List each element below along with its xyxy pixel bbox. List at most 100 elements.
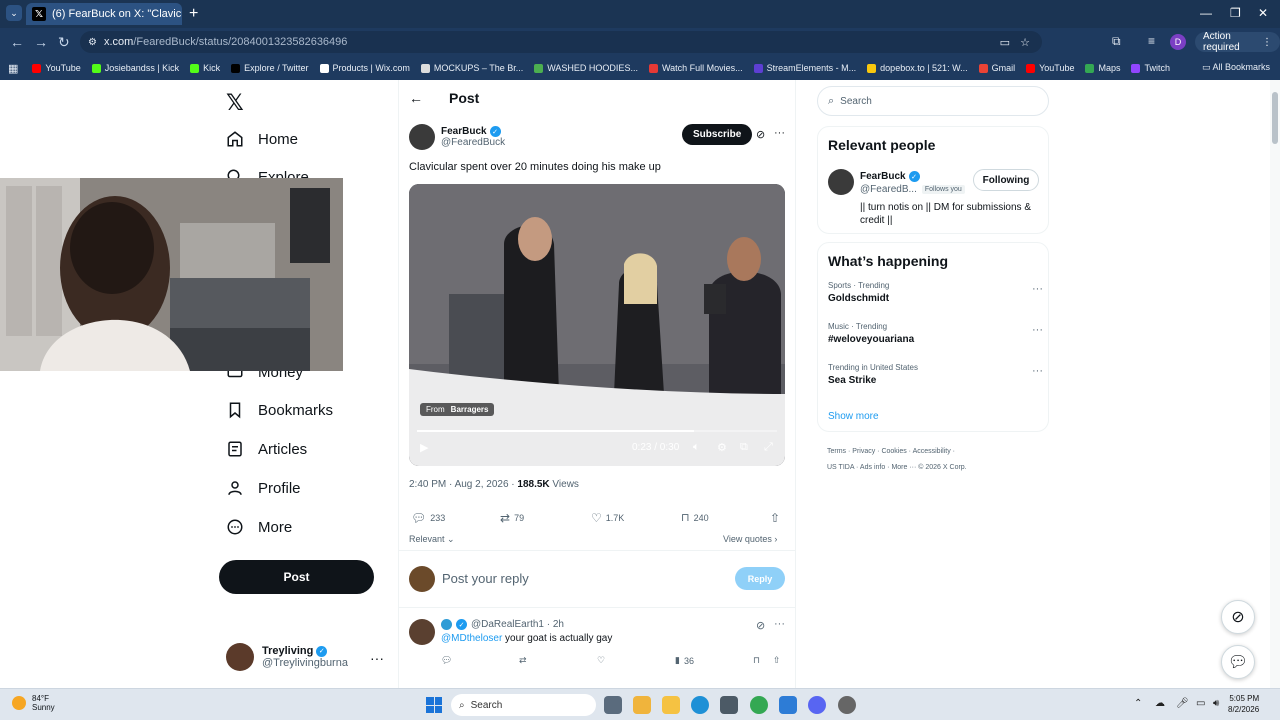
trend-more-icon[interactable]: ···: [1032, 324, 1043, 336]
reply-repost-icon[interactable]: ⇄: [519, 655, 527, 666]
following-button[interactable]: Following: [973, 169, 1039, 191]
windows-start-icon[interactable]: [426, 697, 442, 713]
reply-mention[interactable]: @MDtheloser: [441, 633, 502, 644]
back-icon[interactable]: ←: [10, 34, 24, 50]
grok-fab-icon[interactable]: ⊘: [1221, 600, 1255, 634]
photos-icon[interactable]: [779, 696, 797, 714]
reply-heart-icon[interactable]: ♡: [597, 655, 605, 666]
reply-button[interactable]: 💬︎ 233: [411, 511, 445, 525]
maximize-button[interactable]: ❐: [1230, 6, 1241, 20]
post-button[interactable]: Post: [219, 560, 374, 594]
view-quotes-link[interactable]: View quotes ›: [723, 534, 777, 544]
bookmark-item[interactable]: dopebox.to | 521: W...: [867, 63, 968, 73]
x-home-logo-icon[interactable]: 𝕏: [226, 90, 244, 116]
reply-bookmark-icon[interactable]: ⊓: [753, 655, 760, 666]
install-icon[interactable]: ▭: [1000, 36, 1010, 49]
video-source-tag[interactable]: From Barragers: [420, 403, 495, 416]
discord-icon[interactable]: [808, 696, 826, 714]
bookmark-item[interactable]: YouTube: [32, 63, 81, 73]
like-button[interactable]: ♡ 1.7K: [591, 511, 624, 525]
new-tab-button[interactable]: +: [189, 5, 198, 23]
microphone-icon[interactable]: 🎤︎: [1176, 698, 1189, 709]
grok-icon[interactable]: ⊘: [756, 619, 765, 632]
bookmark-item[interactable]: Twitch: [1131, 63, 1170, 73]
task-view-icon[interactable]: [604, 696, 622, 714]
forward-icon[interactable]: →: [34, 34, 48, 50]
trend-more-icon[interactable]: ···: [1032, 365, 1043, 377]
all-bookmarks[interactable]: ▭ All Bookmarks: [1202, 62, 1270, 73]
onedrive-icon[interactable]: ☁: [1155, 698, 1165, 709]
bookmark-button[interactable]: ⊓ 240: [681, 511, 709, 524]
footer-line-1[interactable]: Terms · Privacy · Cookies · Accessibilit…: [827, 444, 1047, 460]
bookmark-item[interactable]: Josiebandss | Kick: [91, 63, 179, 73]
address-bar[interactable]: ⚙ x.com/FearedBuck/status/20840013235826…: [80, 31, 1042, 53]
subscribe-button[interactable]: Subscribe: [682, 124, 753, 145]
repost-button[interactable]: ⇄ 79: [500, 511, 524, 525]
nav-more[interactable]: More: [226, 518, 292, 536]
file-explorer-icon[interactable]: [662, 696, 680, 714]
bookmark-item[interactable]: Explore / Twitter: [231, 63, 309, 73]
bookmark-item[interactable]: MOCKUPS – The Br...: [420, 63, 523, 73]
page-scrollbar[interactable]: [1270, 80, 1280, 688]
minimize-button[interactable]: —: [1200, 6, 1212, 20]
reply-reply-icon[interactable]: 💬︎: [441, 655, 452, 666]
bookmark-item[interactable]: StreamElements - M...: [753, 63, 856, 73]
reply-share-icon[interactable]: ⇧: [773, 655, 781, 666]
store-icon[interactable]: [720, 696, 738, 714]
system-clock[interactable]: 5:05 PM 8/2/2026: [1228, 693, 1259, 715]
pip-icon[interactable]: ⧉: [740, 441, 748, 454]
close-window-button[interactable]: ✕: [1258, 6, 1268, 20]
tray-chevron-icon[interactable]: ⌃: [1134, 698, 1142, 709]
account-switcher[interactable]: Treyliving ✓ @Treylivingburna: [226, 643, 348, 671]
bookmark-item[interactable]: Kick: [190, 63, 220, 73]
browser-tab[interactable]: 𝕏 (6) FearBuck on X: "Clavicular s ✕: [26, 3, 182, 25]
profile-avatar[interactable]: D: [1170, 34, 1186, 50]
bookmark-item[interactable]: Watch Full Movies...: [648, 63, 743, 73]
media-icon[interactable]: ≡: [1148, 34, 1155, 48]
reply-more-icon[interactable]: ···: [774, 618, 785, 630]
share-button[interactable]: ⇧: [770, 511, 780, 525]
show-more-link[interactable]: Show more: [828, 411, 879, 422]
nav-home[interactable]: Home: [226, 130, 298, 148]
bookmark-item[interactable]: Maps: [1085, 63, 1120, 73]
settings-icon[interactable]: ⚙: [717, 441, 727, 454]
tab-search-button[interactable]: ⌄: [6, 5, 22, 21]
play-icon[interactable]: ▶: [420, 441, 428, 454]
chrome-icon[interactable]: [750, 696, 768, 714]
copilot-icon[interactable]: [633, 696, 651, 714]
reply-submit-button[interactable]: Reply: [735, 567, 785, 590]
nav-articles[interactable]: Articles: [226, 440, 307, 458]
trend-more-icon[interactable]: ···: [1032, 283, 1043, 295]
video-progress-bar[interactable]: [417, 430, 777, 432]
star-icon[interactable]: ☆: [1020, 36, 1030, 49]
action-required-button[interactable]: Action required ⋮: [1195, 31, 1280, 53]
edge-icon[interactable]: [691, 696, 709, 714]
bookmark-item[interactable]: WASHED HOODIES...: [534, 63, 638, 73]
volume-icon[interactable]: 🔈︎: [693, 441, 700, 454]
back-arrow-icon[interactable]: ←: [409, 90, 423, 106]
footer-line-2[interactable]: US TIDA · Ads info · More ··· © 2026 X C…: [827, 460, 1047, 476]
account-menu-dots-icon[interactable]: ···: [370, 650, 384, 666]
grok-icon[interactable]: ⊘: [756, 128, 765, 141]
taskbar-search[interactable]: ⌕ Search: [451, 694, 596, 716]
post-more-icon[interactable]: ···: [774, 127, 785, 139]
weather-widget[interactable]: 84°F Sunny: [12, 694, 55, 712]
reply-sort-dropdown[interactable]: Relevant ⌄: [409, 534, 455, 545]
network-icon[interactable]: ▭: [1196, 698, 1205, 709]
reload-icon[interactable]: ↻: [58, 34, 70, 51]
reply-tweet[interactable]: ✓ @DaRealEarth1 · 2h @MDtheloser your goa…: [399, 610, 795, 688]
apps-grid-icon[interactable]: ▦: [8, 62, 18, 75]
messages-fab-icon[interactable]: 💬︎: [1221, 645, 1255, 679]
bookmark-item[interactable]: Gmail: [978, 63, 1015, 73]
reply-views[interactable]: ▮ 36: [675, 655, 694, 666]
bookmark-item[interactable]: Products | Wix.com: [319, 63, 410, 73]
fullscreen-icon[interactable]: ⤢: [764, 441, 773, 454]
trend-item[interactable]: Trending in United States Sea Strike ···: [828, 363, 1043, 386]
obs-icon[interactable]: [838, 696, 856, 714]
extensions-icon[interactable]: ⧉: [1112, 34, 1121, 49]
nav-bookmarks[interactable]: Bookmarks: [226, 401, 333, 419]
volume-icon[interactable]: 🔊︎: [1213, 698, 1219, 709]
reply-input[interactable]: Post your reply: [442, 571, 529, 586]
trend-item[interactable]: Music · Trending #weloveyouariana ···: [828, 322, 1043, 345]
trend-item[interactable]: Sports · Trending Goldschmidt ···: [828, 281, 1043, 304]
